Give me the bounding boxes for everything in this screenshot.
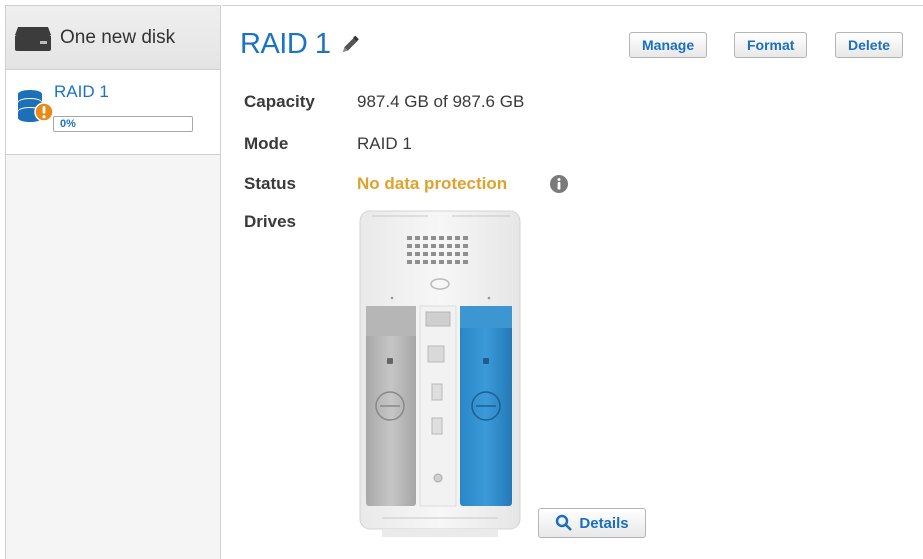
- pencil-icon[interactable]: [339, 34, 361, 56]
- main-panel: RAID 1 Manage Format Delete Capacity 987…: [222, 5, 923, 559]
- details-button[interactable]: Details: [538, 508, 646, 538]
- raid-device-image: [359, 210, 521, 537]
- page-title: RAID 1: [240, 28, 331, 60]
- magnifier-icon: [556, 514, 573, 531]
- drive-icon: [15, 26, 51, 51]
- title-row: RAID 1: [240, 28, 361, 61]
- raid-warning-icon: [18, 90, 54, 122]
- info-icon[interactable]: [549, 174, 569, 194]
- delete-button[interactable]: Delete: [835, 32, 904, 58]
- sidebar-item-new-disk[interactable]: One new disk: [6, 6, 220, 70]
- sidebar-item-label: One new disk: [60, 26, 176, 48]
- raid-progress-text: 0%: [60, 118, 76, 130]
- sidebar-item-raid[interactable]: RAID 1: [6, 70, 220, 155]
- led-left: [390, 296, 394, 300]
- status-label: Status: [244, 174, 296, 193]
- mode-value: RAID 1: [357, 134, 412, 153]
- status-value: No data protection: [357, 174, 508, 193]
- details-label: Details: [579, 514, 629, 532]
- drives-label: Drives: [244, 212, 296, 231]
- led-right: [487, 296, 491, 300]
- format-button[interactable]: Format: [734, 32, 808, 58]
- mode-label: Mode: [244, 134, 289, 153]
- manage-button[interactable]: Manage: [629, 32, 708, 58]
- raid-progress-bar: 0%: [53, 116, 193, 132]
- capacity-label: Capacity: [244, 92, 315, 111]
- capacity-value: 987.4 GB of 987.6 GB: [357, 92, 525, 111]
- raid-item-name: RAID 1: [54, 82, 109, 101]
- sidebar: One new disk RAID 1 0%: [5, 5, 221, 559]
